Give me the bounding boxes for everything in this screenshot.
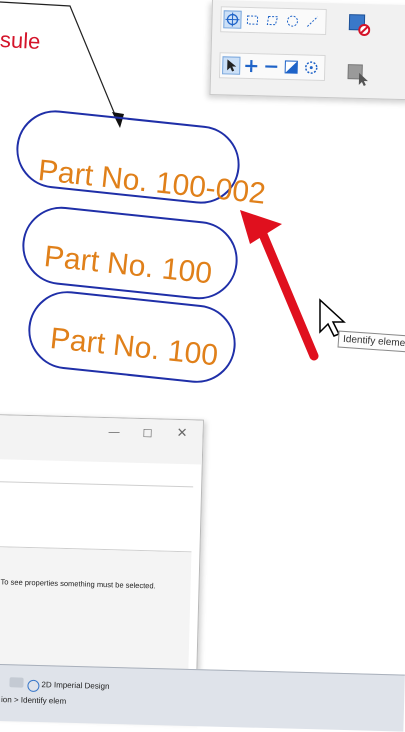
subtract-icon[interactable] <box>262 57 280 75</box>
dialog-titlebar[interactable]: — ☐ ✕ <box>0 415 203 465</box>
deselect-all-icon[interactable] <box>348 14 371 37</box>
close-icon[interactable]: ✕ <box>176 425 187 441</box>
clear-icon[interactable] <box>302 58 320 76</box>
model-icon <box>27 679 40 693</box>
model-name[interactable]: 2D Imperial Design <box>41 680 109 691</box>
fence-circle-icon[interactable] <box>283 12 301 30</box>
add-icon[interactable] <box>242 57 260 75</box>
maximize-icon[interactable]: ☐ <box>142 427 152 440</box>
statusbar-home-icon[interactable] <box>9 677 24 688</box>
selection-mode-group <box>220 6 327 35</box>
no-selection-message: To see properties something must be sele… <box>0 577 156 591</box>
fence-block-icon[interactable] <box>243 11 261 29</box>
selection-tool-palette <box>209 0 405 101</box>
selection-list-panel[interactable] <box>0 481 194 553</box>
select-element-icon[interactable] <box>223 10 242 29</box>
status-bar: 2D Imperial Design ion > Identify elem <box>0 664 405 732</box>
invert-icon[interactable] <box>282 58 300 76</box>
breadcrumb: ion > Identify elem <box>0 695 67 706</box>
select-by-attributes-icon[interactable] <box>347 64 370 87</box>
selection-method-group <box>218 52 326 81</box>
fence-shape-icon[interactable] <box>263 11 281 29</box>
minimize-icon[interactable]: — <box>108 426 119 438</box>
element-selection-icon[interactable] <box>222 56 241 75</box>
fence-line-icon[interactable] <box>303 12 321 30</box>
